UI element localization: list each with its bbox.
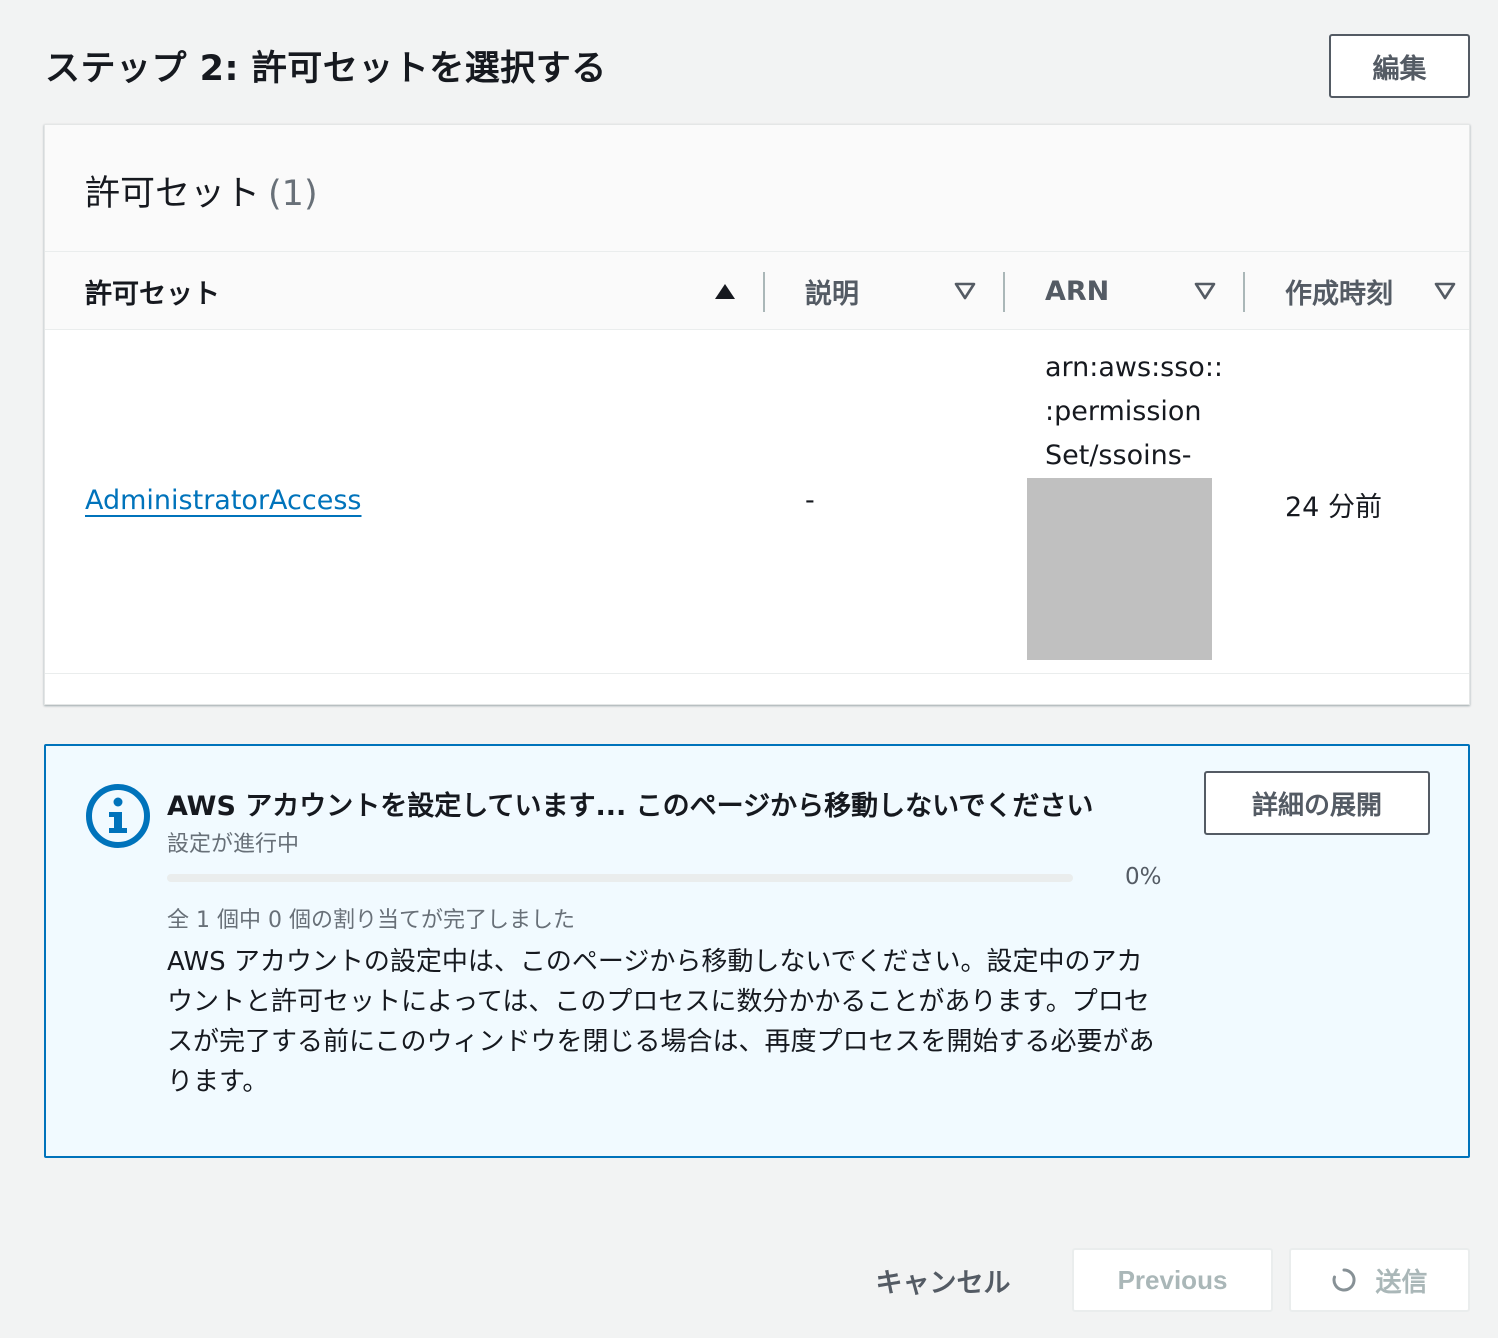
column-header-arn[interactable]: ARN: [1045, 252, 1109, 330]
column-label: 説明: [805, 278, 859, 310]
column-label: 作成時刻: [1285, 278, 1393, 310]
sort-icon[interactable]: [1193, 280, 1217, 302]
info-flashbar: AWS アカウントを設定しています... このページから移動しないでください 設…: [44, 744, 1470, 1158]
column-resizer[interactable]: [763, 272, 765, 312]
panel-header: 許可セット (1): [45, 125, 1469, 252]
flash-header: AWS アカウントを設定しています... このページから移動しないでください: [167, 791, 1094, 822]
cancel-button[interactable]: キャンセル: [862, 1250, 1024, 1310]
column-header-permission-set[interactable]: 許可セット: [85, 252, 220, 330]
column-resizer[interactable]: [1003, 272, 1005, 312]
page-title: ステップ 2: 許可セットを選択する: [45, 49, 607, 89]
progress-bar: [167, 874, 1073, 882]
redacted-block: [1027, 478, 1212, 660]
sort-icon[interactable]: [1433, 280, 1457, 302]
edit-button[interactable]: 編集: [1329, 34, 1470, 98]
column-header-created[interactable]: 作成時刻: [1285, 252, 1393, 330]
table-row: AdministratorAccess - arn:aws:sso:: :per…: [45, 330, 1469, 674]
spinner-icon: [1333, 1268, 1356, 1292]
flash-subheader: 設定が進行中: [167, 832, 300, 857]
flash-body: AWS アカウントの設定中は、このページから移動しないでください。設定中のアカウ…: [167, 947, 1155, 1097]
sort-ascending-icon[interactable]: [713, 280, 737, 302]
permission-sets-panel: 許可セット (1) 許可セット 説明 ARN 作成時刻 Administrato…: [44, 124, 1470, 705]
column-resizer[interactable]: [1243, 272, 1245, 312]
description-cell: -: [805, 485, 815, 516]
arn-line: arn:aws:sso::: [1045, 352, 1224, 383]
table-header: 許可セット 説明 ARN 作成時刻: [45, 252, 1469, 330]
submit-label: 送信: [1375, 1266, 1428, 1297]
column-label: 許可セット: [85, 278, 220, 310]
panel-title: 許可セット (1): [85, 165, 318, 216]
panel-count: (1): [268, 174, 318, 214]
column-label: ARN: [1045, 275, 1110, 307]
info-icon: [86, 784, 150, 848]
sort-icon[interactable]: [953, 280, 977, 302]
expand-details-button[interactable]: 詳細の展開: [1204, 771, 1430, 835]
panel-title-text: 許可セット: [85, 174, 261, 214]
column-header-description[interactable]: 説明: [805, 252, 859, 330]
permission-set-link[interactable]: AdministratorAccess: [85, 485, 362, 516]
arn-line: Set/ssoins-: [1045, 440, 1192, 471]
created-cell: 24 分前: [1285, 492, 1382, 523]
submit-button[interactable]: 送信: [1289, 1248, 1470, 1312]
previous-button[interactable]: Previous: [1072, 1248, 1273, 1312]
progress-percent: 0%: [1125, 864, 1162, 890]
arn-line: :permission: [1045, 396, 1202, 427]
progress-description: 全 1 個中 0 個の割り当てが完了しました: [167, 908, 575, 933]
